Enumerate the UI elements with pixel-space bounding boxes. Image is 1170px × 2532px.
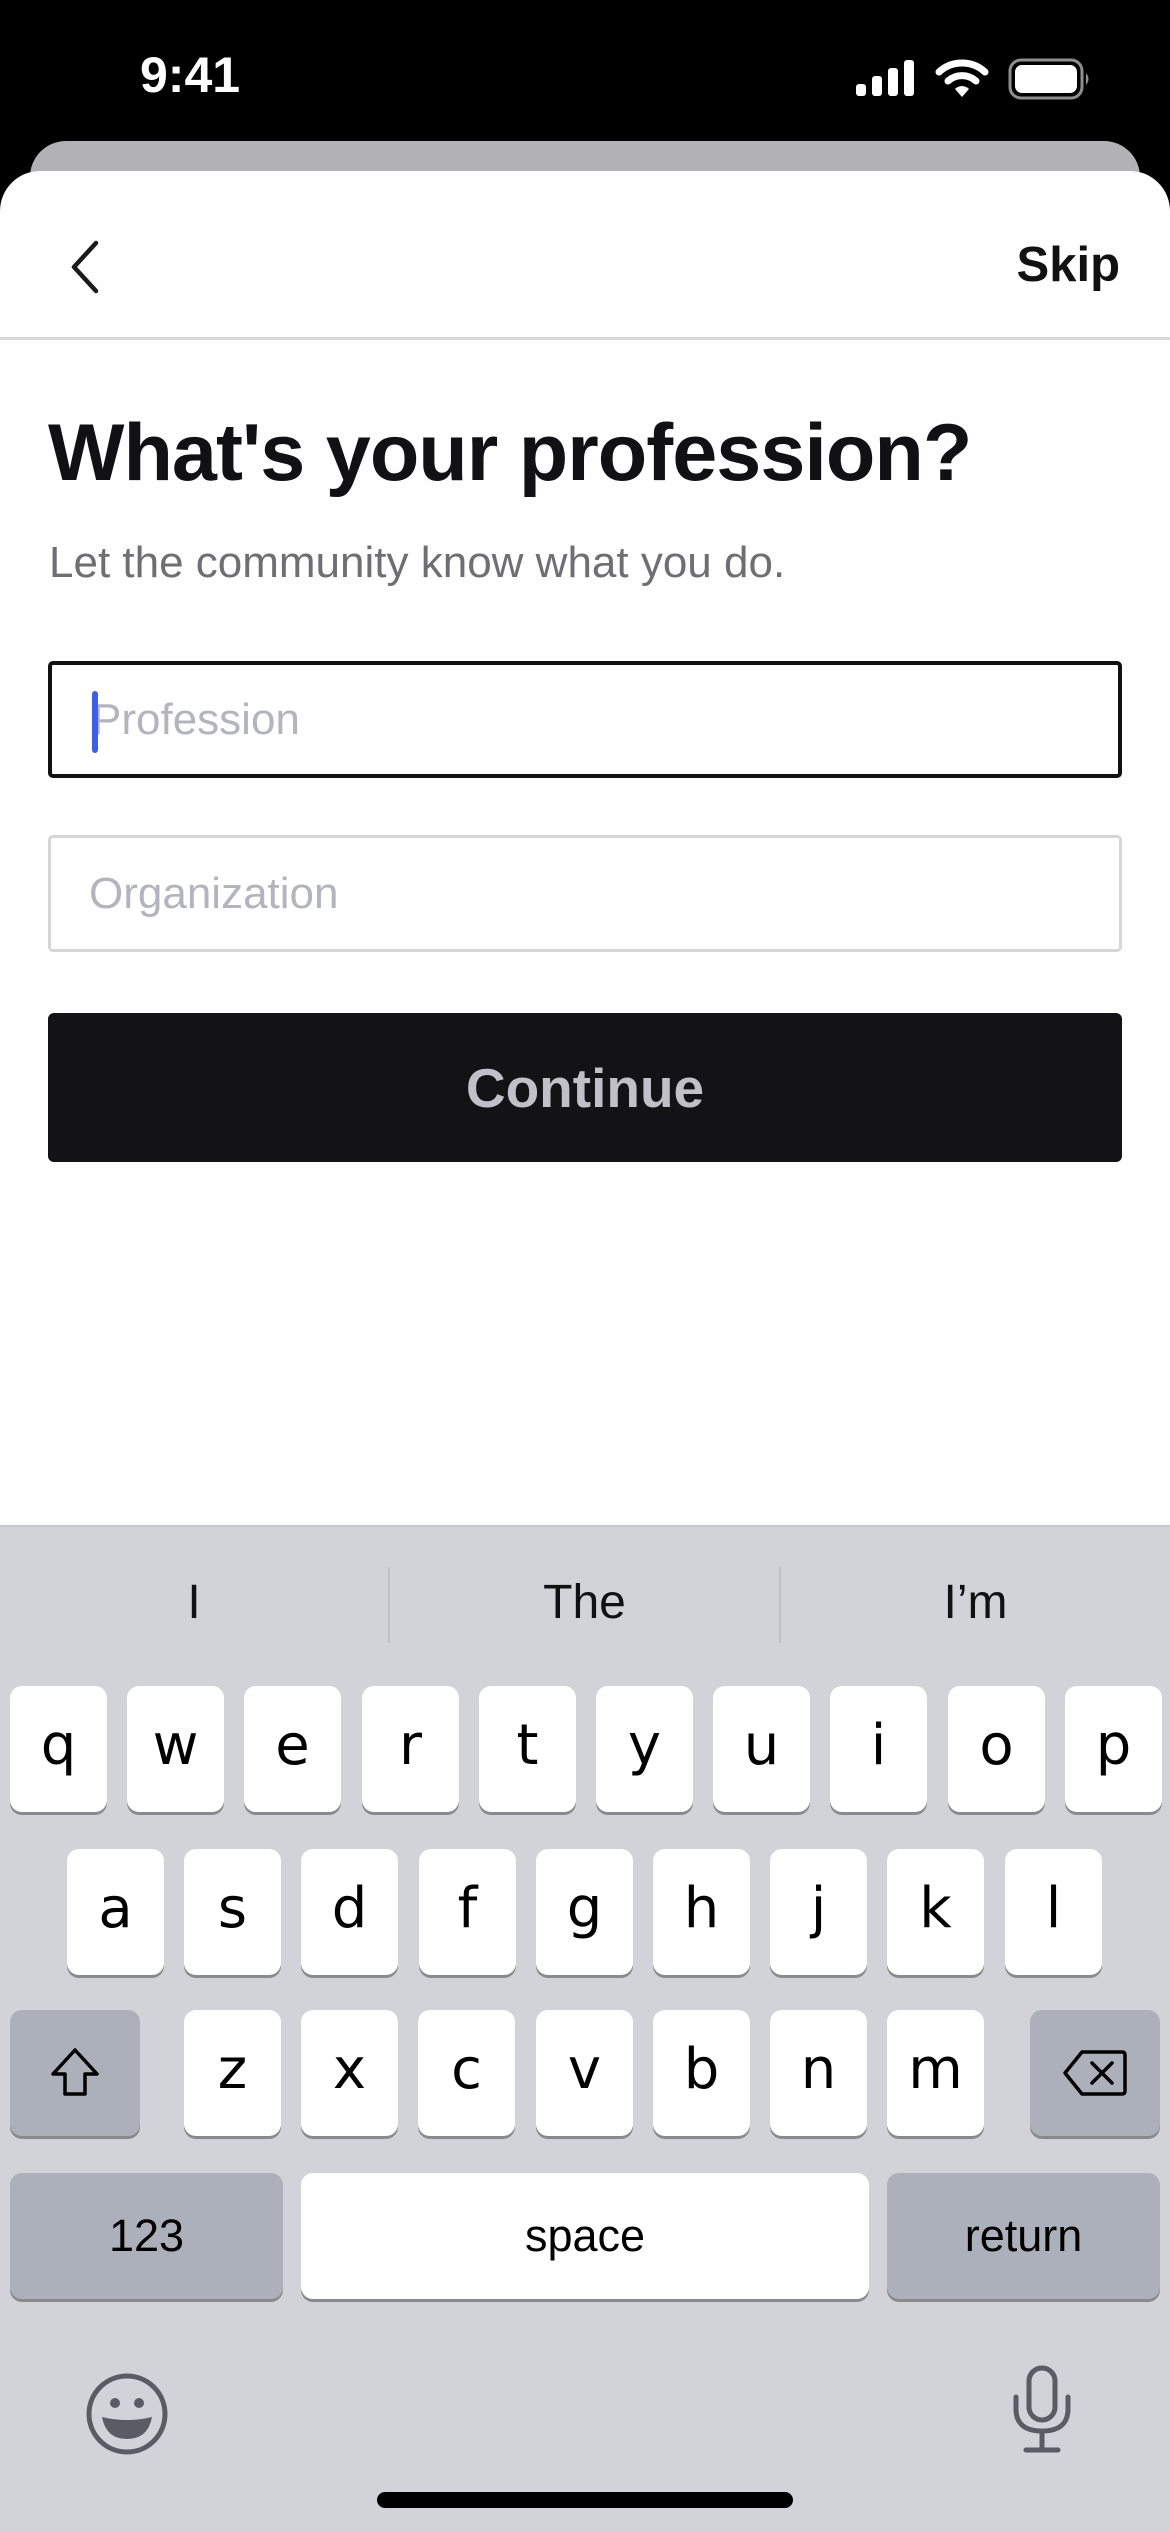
- return-key[interactable]: return: [887, 2173, 1160, 2299]
- profession-input[interactable]: [92, 665, 1072, 774]
- key-y[interactable]: y: [596, 1686, 693, 1812]
- key-r[interactable]: r: [362, 1686, 459, 1812]
- home-indicator: [377, 2492, 793, 2508]
- key-m[interactable]: m: [887, 2010, 984, 2136]
- text-caret: [92, 691, 98, 753]
- organization-field[interactable]: [48, 835, 1122, 952]
- key-h[interactable]: h: [653, 1849, 750, 1975]
- continue-label: Continue: [465, 1056, 705, 1119]
- key-s[interactable]: s: [184, 1849, 281, 1975]
- back-button[interactable]: [55, 227, 115, 307]
- page-title: What's your profession?: [48, 408, 972, 498]
- key-z[interactable]: z: [184, 2010, 281, 2136]
- key-p[interactable]: p: [1065, 1686, 1162, 1812]
- shift-icon: [51, 2048, 99, 2096]
- keyboard: I The I’m qwertyuiop asdfghjkl zxcvbnm 123…: [0, 1525, 1170, 2532]
- suggestion-bar: I The I’m: [0, 1527, 1170, 1677]
- suggestion-item[interactable]: The: [390, 1557, 779, 1647]
- shift-key[interactable]: [10, 2010, 140, 2136]
- key-l[interactable]: l: [1005, 1849, 1102, 1975]
- numbers-key[interactable]: 123: [10, 2173, 283, 2299]
- delete-key[interactable]: [1030, 2010, 1160, 2136]
- key-g[interactable]: g: [536, 1849, 633, 1975]
- organization-input[interactable]: [89, 838, 1069, 949]
- space-key[interactable]: space: [301, 2173, 869, 2299]
- chevron-left-icon: [71, 240, 99, 294]
- delete-backspace-icon: [1063, 2050, 1127, 2096]
- microphone-icon: [1013, 2365, 1071, 2453]
- key-t[interactable]: t: [479, 1686, 576, 1812]
- key-i[interactable]: i: [830, 1686, 927, 1812]
- status-bar: 9:41: [0, 0, 1170, 140]
- skip-button[interactable]: Skip: [1017, 231, 1120, 300]
- key-n[interactable]: n: [770, 2010, 867, 2136]
- wifi-icon: [935, 59, 989, 97]
- emoji-button[interactable]: [84, 2371, 170, 2457]
- key-v[interactable]: v: [536, 2010, 633, 2136]
- key-f[interactable]: f: [419, 1849, 516, 1975]
- microphone-button[interactable]: [1010, 2365, 1074, 2457]
- profession-field[interactable]: [48, 661, 1122, 778]
- key-o[interactable]: o: [948, 1686, 1045, 1812]
- suggestion-item[interactable]: I: [0, 1557, 388, 1647]
- key-u[interactable]: u: [713, 1686, 810, 1812]
- page-subtitle: Let the community know what you do.: [49, 538, 786, 587]
- key-q[interactable]: q: [10, 1686, 107, 1812]
- key-a[interactable]: a: [67, 1849, 164, 1975]
- key-d[interactable]: d: [301, 1849, 398, 1975]
- suggestion-item[interactable]: I’m: [781, 1557, 1170, 1647]
- cellular-signal-icon: [856, 60, 914, 96]
- status-time: 9:41: [140, 47, 241, 103]
- key-x[interactable]: x: [301, 2010, 398, 2136]
- profession-sheet: Skip What's your profession? Let the com…: [0, 171, 1170, 1525]
- key-w[interactable]: w: [127, 1686, 224, 1812]
- key-j[interactable]: j: [770, 1849, 867, 1975]
- battery-icon: [1008, 58, 1089, 100]
- key-c[interactable]: c: [418, 2010, 515, 2136]
- key-b[interactable]: b: [653, 2010, 750, 2136]
- nav-bar: Skip: [0, 171, 1170, 340]
- key-e[interactable]: e: [244, 1686, 341, 1812]
- key-k[interactable]: k: [887, 1849, 984, 1975]
- continue-button[interactable]: Continue: [48, 1013, 1122, 1162]
- emoji-icon: [86, 2373, 168, 2455]
